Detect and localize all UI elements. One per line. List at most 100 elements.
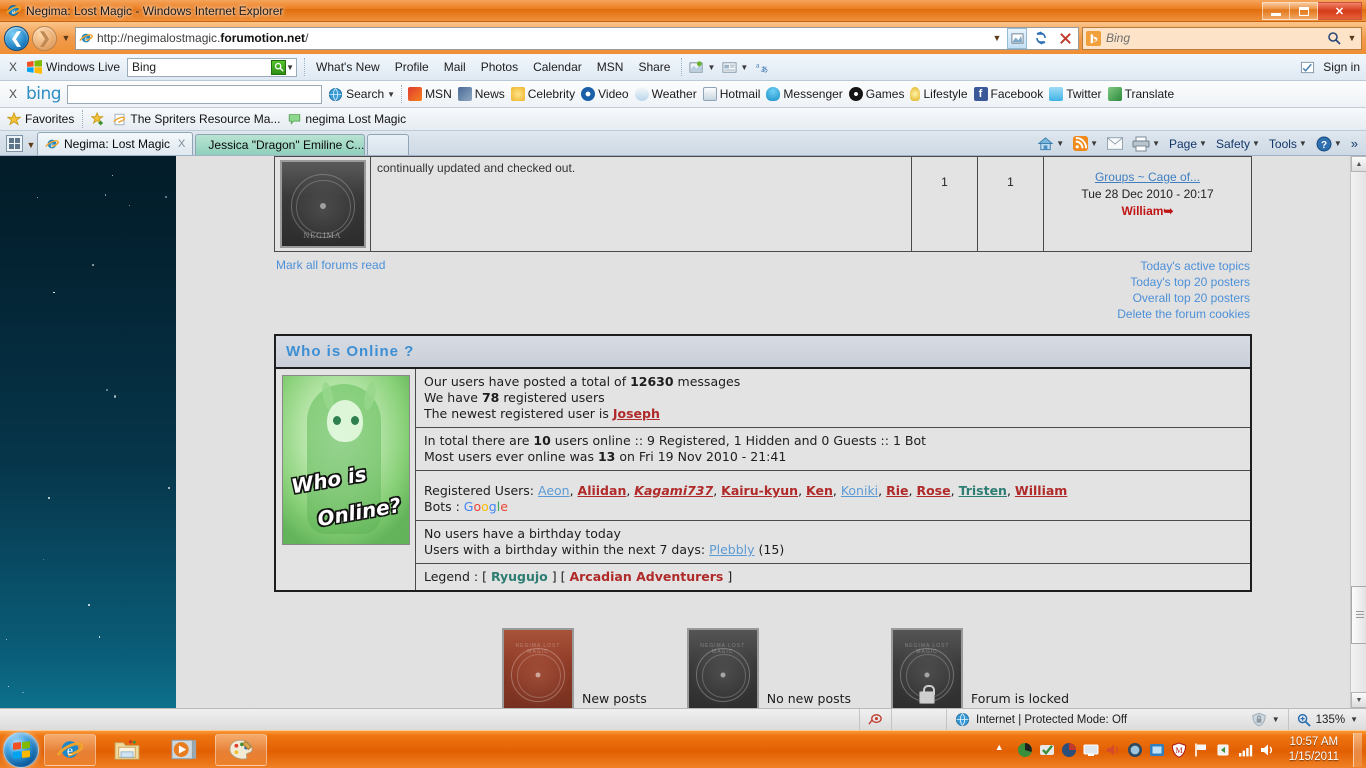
- wl-news-dropdown[interactable]: ▼: [740, 63, 748, 72]
- search-box[interactable]: Bing ▼: [1082, 26, 1362, 50]
- wl-link-profile[interactable]: Profile: [391, 60, 433, 74]
- windows-live-search-icon[interactable]: [271, 59, 287, 75]
- stop-button[interactable]: [1055, 28, 1075, 49]
- tray-security-icon[interactable]: [1061, 742, 1077, 758]
- registered-user-link[interactable]: Rie: [886, 483, 908, 498]
- bing-link-news[interactable]: News: [457, 87, 505, 101]
- bing-link-celebrity[interactable]: Celebrity: [510, 87, 575, 101]
- registered-user-link[interactable]: Aeon: [538, 483, 570, 498]
- bing-link-games[interactable]: Games: [848, 87, 904, 101]
- registered-user-link[interactable]: Tristen: [959, 483, 1007, 498]
- compatibility-view-icon[interactable]: [1007, 27, 1027, 49]
- todays-top-posters-link[interactable]: Today's top 20 posters: [1117, 274, 1250, 290]
- search-icon[interactable]: [1327, 31, 1341, 45]
- registered-user-link[interactable]: Kairu-kyun: [721, 483, 798, 498]
- sign-in-area[interactable]: Sign in: [1300, 60, 1360, 75]
- last-post-author[interactable]: William: [1122, 204, 1164, 218]
- tray-network-signal-icon[interactable]: [1237, 742, 1253, 758]
- bing-link-hotmail[interactable]: Hotmail: [702, 87, 760, 101]
- wl-map-tool[interactable]: ▼: [689, 60, 715, 75]
- read-mail-button[interactable]: [1104, 137, 1126, 150]
- bing-link-msn[interactable]: MSN: [408, 87, 452, 101]
- close-button[interactable]: ✕: [1318, 2, 1362, 20]
- page-menu-chevron-down-icon[interactable]: ▼: [1199, 139, 1207, 148]
- registered-user-link[interactable]: Ken: [806, 483, 833, 498]
- bing-search-input[interactable]: [67, 84, 323, 104]
- windows-live-search-input[interactable]: Bing ▼: [127, 57, 298, 77]
- page-menu-button[interactable]: Page ▼: [1166, 137, 1210, 151]
- tray-mcafee-icon[interactable]: M: [1171, 741, 1187, 758]
- taskbar-clock[interactable]: 10:57 AM 1/15/2011: [1281, 735, 1347, 765]
- show-desktop-button[interactable]: [1353, 732, 1362, 767]
- wl-news-tool[interactable]: ▼: [722, 60, 748, 75]
- command-overflow-button[interactable]: »: [1348, 136, 1361, 151]
- registered-user-link[interactable]: Kagami737: [634, 483, 713, 498]
- wl-link-mail[interactable]: Mail: [440, 60, 470, 74]
- bing-link-twitter[interactable]: Twitter: [1049, 87, 1102, 101]
- tray-volume-red-icon[interactable]: [1105, 742, 1121, 758]
- phishing-filter-icon[interactable]: [860, 708, 892, 731]
- birthday-user-link[interactable]: Plebbly: [709, 542, 754, 557]
- feeds-dropdown[interactable]: ▼: [1090, 139, 1098, 148]
- bing-link-video[interactable]: Video: [581, 87, 629, 101]
- taskbar-paint[interactable]: [215, 733, 267, 766]
- security-zone-cell[interactable]: Internet | Protected Mode: Off: [947, 709, 1243, 731]
- forward-button[interactable]: ❯: [32, 25, 57, 51]
- tray-checkmark-shield-icon[interactable]: [1039, 742, 1055, 758]
- favorite-item-spriters[interactable]: The Spriters Resource Ma...: [113, 112, 280, 126]
- safety-menu-button[interactable]: Safety ▼: [1213, 137, 1263, 151]
- zoom-dropdown[interactable]: ▼: [1350, 715, 1358, 724]
- address-input[interactable]: e http://negimalostmagic.forumotion.net/…: [75, 26, 1079, 50]
- tray-flag-icon[interactable]: [1193, 742, 1209, 758]
- protected-mode-dropdown[interactable]: ▼: [1272, 715, 1280, 724]
- print-button[interactable]: ▼: [1129, 136, 1163, 152]
- tray-blue-app-icon[interactable]: [1149, 742, 1165, 758]
- sign-in-label[interactable]: Sign in: [1323, 60, 1360, 74]
- tab-close-icon[interactable]: X: [178, 138, 185, 150]
- mark-all-forums-read-link[interactable]: Mark all forums read: [276, 258, 385, 322]
- help-button[interactable]: ? ▼: [1313, 136, 1345, 152]
- registered-user-link[interactable]: William: [1015, 483, 1067, 498]
- overall-top-posters-link[interactable]: Overall top 20 posters: [1117, 290, 1250, 306]
- close-bing-toolbar-icon[interactable]: X: [6, 87, 20, 101]
- wl-translate-tool[interactable]: aあ: [755, 60, 770, 75]
- wl-link-whats-new[interactable]: What's New: [312, 60, 384, 74]
- zoom-control[interactable]: 135% ▼: [1289, 709, 1366, 731]
- wl-map-dropdown[interactable]: ▼: [707, 63, 715, 72]
- protected-mode-toggle[interactable]: ▼: [1243, 708, 1289, 731]
- goto-last-post-icon[interactable]: ➥: [1163, 204, 1173, 218]
- tray-safely-remove-icon[interactable]: [1215, 742, 1231, 758]
- scrollbar-thumb[interactable]: [1351, 586, 1366, 644]
- bing-search-label[interactable]: Search: [346, 87, 384, 101]
- search-provider-dropdown[interactable]: ▼: [1346, 33, 1358, 43]
- legend-group-arcadian[interactable]: Arcadian Adventurers: [569, 569, 723, 584]
- bing-link-weather[interactable]: Weather: [634, 87, 697, 101]
- todays-active-topics-link[interactable]: Today's active topics: [1117, 258, 1250, 274]
- bing-link-messenger[interactable]: Messenger: [766, 87, 843, 101]
- quick-tabs-button[interactable]: [6, 135, 23, 152]
- print-dropdown[interactable]: ▼: [1152, 139, 1160, 148]
- close-windows-live-toolbar-icon[interactable]: X: [6, 60, 20, 74]
- scroll-up-button[interactable]: ▲: [1351, 156, 1366, 172]
- wl-link-calendar[interactable]: Calendar: [529, 60, 586, 74]
- recent-pages-dropdown[interactable]: ▼: [60, 33, 72, 43]
- newest-user-link[interactable]: Joseph: [613, 406, 660, 421]
- tray-volume-icon[interactable]: [1259, 742, 1275, 758]
- tray-pie-chart-icon[interactable]: [1017, 742, 1033, 758]
- taskbar-internet-explorer[interactable]: e: [44, 733, 96, 766]
- help-dropdown[interactable]: ▼: [1334, 139, 1342, 148]
- bing-logo[interactable]: bing: [26, 84, 62, 104]
- new-tab-button[interactable]: [367, 134, 410, 155]
- legend-group-ryugujo[interactable]: Ryugujo: [491, 569, 548, 584]
- scroll-down-button[interactable]: ▼: [1351, 692, 1366, 708]
- home-dropdown[interactable]: ▼: [1056, 139, 1064, 148]
- tray-globe-icon[interactable]: [1127, 742, 1143, 758]
- favorite-item-negima[interactable]: negima Lost Magic: [288, 112, 406, 126]
- minimize-button[interactable]: [1262, 2, 1290, 20]
- wl-link-photos[interactable]: Photos: [477, 60, 522, 74]
- tab-list-dropdown[interactable]: ▼: [25, 140, 37, 150]
- last-post-link[interactable]: Groups ~ Cage of...: [1095, 170, 1200, 184]
- taskbar-media-player[interactable]: [158, 734, 210, 766]
- refresh-button[interactable]: [1031, 28, 1051, 49]
- wl-link-share[interactable]: Share: [634, 60, 674, 74]
